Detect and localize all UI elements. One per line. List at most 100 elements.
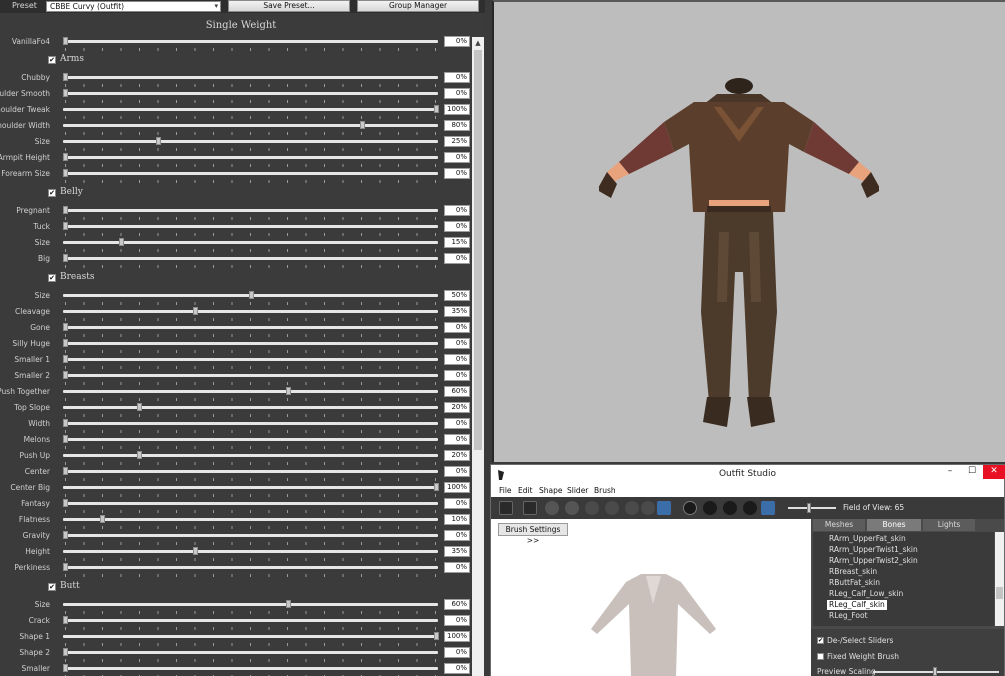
slider-thumb[interactable] [63,664,68,672]
bone-list-item[interactable]: RArm_UpperTwist2_skin [829,556,918,566]
deflate-brush-icon[interactable] [565,501,579,515]
slider-track[interactable] [63,454,438,457]
slider-thumb[interactable] [63,531,68,539]
slider-track[interactable] [63,603,438,606]
preview-viewport[interactable] [492,0,1005,462]
slider-value-field[interactable]: 100% [444,631,470,642]
slider-value-field[interactable]: 0% [444,530,470,541]
slider-thumb[interactable] [63,89,68,97]
slider-track[interactable] [63,438,438,441]
bone-list-item[interactable]: RLeg_Calf_Low_skin [829,589,903,599]
slider-thumb[interactable] [63,153,68,161]
bone-list-item[interactable]: RLeg_Foot [829,611,868,621]
menu-shape[interactable]: Shape [539,486,563,495]
slider-value-field[interactable]: 0% [444,418,470,429]
transform-tool-icon[interactable] [523,501,537,515]
slider-thumb[interactable] [63,37,68,45]
bone-list-item[interactable]: RArm_UpperTwist1_skin [829,545,918,555]
view-back-icon[interactable] [723,501,737,515]
slider-value-field[interactable]: 60% [444,386,470,397]
slider-value-field[interactable]: 0% [444,663,470,674]
slider-value-field[interactable]: 0% [444,370,470,381]
slider-track[interactable] [63,310,438,313]
slider-thumb[interactable] [434,632,439,640]
select-tool-icon[interactable] [499,501,513,515]
tab-meshes[interactable]: Meshes [813,519,865,531]
slider-track[interactable] [63,108,438,111]
slider-thumb[interactable] [248,291,254,299]
scrollbar-thumb[interactable] [474,50,482,450]
slider-track[interactable] [63,406,438,409]
slider-thumb[interactable] [63,499,68,507]
mask-brush-icon[interactable] [641,501,655,515]
slider-value-field[interactable]: 0% [444,466,470,477]
menu-slider[interactable]: Slider [567,486,588,495]
group-checkbox[interactable]: ✔ [48,56,56,64]
close-icon[interactable]: ✕ [983,465,1005,479]
group-checkbox[interactable]: ✔ [48,583,56,591]
slider-value-field[interactable]: 20% [444,450,470,461]
slider-track[interactable] [63,550,438,553]
slider-value-field[interactable]: 20% [444,402,470,413]
slider-track[interactable] [63,422,438,425]
menu-file[interactable]: File [499,486,512,495]
slider-value-field[interactable]: 0% [444,647,470,658]
slider-thumb[interactable] [118,238,124,246]
slider-track[interactable] [63,486,438,489]
view-right-icon[interactable] [743,501,757,515]
group-checkbox[interactable]: ✔ [48,274,56,282]
slider-thumb[interactable] [285,600,291,608]
slider-track[interactable] [63,502,438,505]
slider-track[interactable] [63,619,438,622]
bone-list-item[interactable]: RLeg_Calf_skin [827,600,887,610]
slider-track[interactable] [63,470,438,473]
group-checkbox[interactable]: ✔ [48,189,56,197]
slider-track[interactable] [63,326,438,329]
slider-track[interactable] [63,390,438,393]
smooth-brush-icon[interactable] [605,501,619,515]
fov-slider-track[interactable] [788,507,836,509]
slider-value-field[interactable]: 0% [444,88,470,99]
slider-thumb[interactable] [100,515,106,523]
slider-value-field[interactable]: 15% [444,237,470,248]
slider-thumb[interactable] [63,616,68,624]
slider-value-field[interactable]: 0% [444,615,470,626]
preview-scaling-thumb[interactable] [933,667,937,676]
slider-value-field[interactable]: 0% [444,72,470,83]
view-left-icon[interactable] [703,501,717,515]
weight-brush-icon[interactable] [657,501,671,515]
slider-value-field[interactable]: 0% [444,221,470,232]
slider-thumb[interactable] [63,222,68,230]
slider-thumb[interactable] [63,563,68,571]
save-preset-button[interactable]: Save Preset... [228,0,350,12]
slider-value-field[interactable]: 0% [444,168,470,179]
slider-thumb[interactable] [359,121,365,129]
slider-value-field[interactable]: 0% [444,338,470,349]
slider-thumb[interactable] [155,137,161,145]
slider-track[interactable] [63,358,438,361]
fov-slider-thumb[interactable] [807,503,811,513]
inflate-brush-icon[interactable] [545,501,559,515]
fixed-weight-checkbox[interactable] [817,653,824,660]
slider-thumb[interactable] [434,483,439,491]
slider-thumb[interactable] [63,169,68,177]
undiff-brush-icon[interactable] [625,501,639,515]
slider-track[interactable] [63,374,438,377]
studio-preview[interactable]: Brush Settings >> [491,519,811,676]
slider-thumb[interactable] [63,648,68,656]
slider-value-field[interactable]: 35% [444,546,470,557]
bone-list-item[interactable]: RBreast_skin [829,567,877,577]
bone-list-scrollbar[interactable] [995,532,1004,626]
slider-track[interactable] [63,635,438,638]
outfit-studio-titlebar[interactable]: Outfit Studio – ☐ ✕ [491,465,1005,485]
slider-value-field[interactable]: 0% [444,434,470,445]
slider-track[interactable] [63,76,438,79]
slider-value-field[interactable]: 100% [444,104,470,115]
brush-settings-button[interactable]: Brush Settings >> [498,523,568,545]
menu-edit[interactable]: Edit [518,486,533,495]
slider-list-scrollbar[interactable]: ▲ [472,37,484,676]
slider-thumb[interactable] [137,403,143,411]
scrollbar-thumb[interactable] [996,587,1003,599]
slider-track[interactable] [63,209,438,212]
slider-track[interactable] [63,172,438,175]
